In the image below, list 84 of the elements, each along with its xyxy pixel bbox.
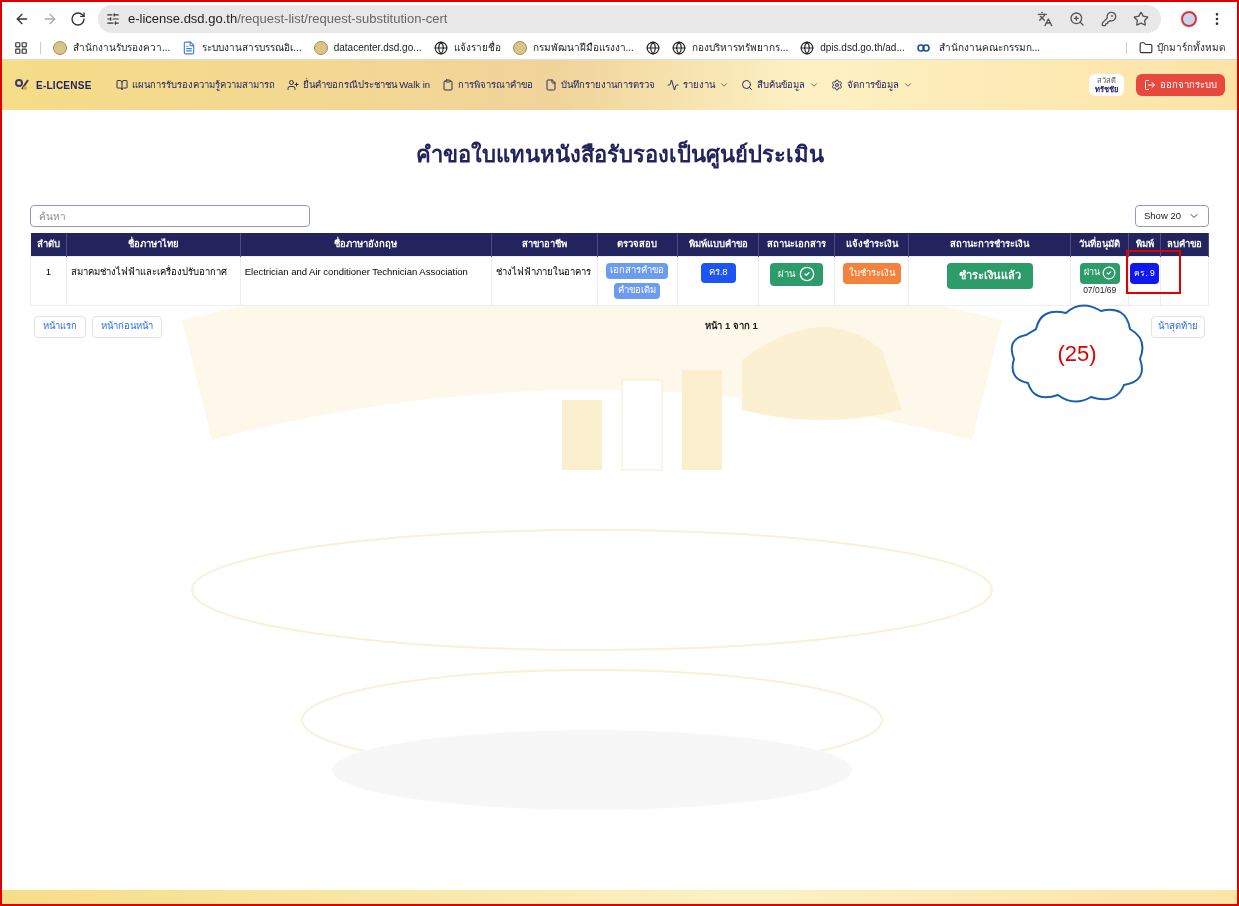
column-header: วันที่อนุมัติ: [1070, 233, 1129, 256]
bookmark-link[interactable]: datacenter.dsd.go...: [333, 40, 422, 55]
column-header: ตรวจสอบ: [597, 233, 678, 256]
document-icon: [545, 79, 558, 91]
settings-icon: [831, 79, 844, 91]
column-header: สถานะการชำระเงิน: [908, 233, 1071, 256]
column-header: ลำดับ: [30, 233, 67, 256]
globe-icon: [671, 40, 686, 55]
nav-link[interactable]: บันทึกรายงานการตรวจ: [545, 77, 656, 93]
logout-icon: [1144, 79, 1156, 91]
column-header: สถานะเอกสาร: [758, 233, 835, 256]
caret-icon: [719, 80, 730, 90]
caret-icon: [809, 80, 820, 90]
status-badge: ผ่าน: [770, 262, 824, 286]
caret-icon: [903, 80, 914, 90]
profile-icon[interactable]: [1181, 11, 1197, 27]
all-bookmarks-link[interactable]: บุ๊กมาร์กทั้งหมด: [1157, 40, 1225, 55]
check-icon: [799, 266, 816, 282]
column-header: พิมพ์แบบคำขอ: [677, 233, 759, 256]
bookmark-star-icon[interactable]: [1133, 11, 1149, 27]
last-page-button[interactable]: น้าสุดท้าย: [1151, 315, 1205, 338]
nav-link[interactable]: การพิจารณาคำขอ: [442, 77, 534, 93]
seal-icon: [512, 40, 527, 55]
page-size-select[interactable]: Show 20: [1135, 205, 1209, 227]
document-icon: [182, 40, 197, 55]
column-header: สาขาอาชีพ: [491, 233, 598, 256]
brand-name[interactable]: E-LICENSE: [36, 77, 92, 93]
bookmark-link[interactable]: dpis.dsd.go.th/ad...: [820, 40, 905, 55]
bookmark-link[interactable]: ระบบงานสารบรรณอิเ...: [202, 40, 302, 55]
callout-label: (25): [1056, 339, 1098, 368]
column-header: แจ้งชำระเงิน: [834, 233, 909, 256]
seal-icon: [53, 40, 67, 55]
reload-icon[interactable]: [70, 11, 86, 27]
check-icon: [1101, 266, 1116, 280]
seal-icon: [313, 40, 328, 55]
column-header: พิมพ์: [1128, 233, 1161, 256]
first-page-button[interactable]: หน้าแรก: [34, 315, 86, 338]
back-icon[interactable]: [14, 11, 30, 27]
table-cell: Electrician and Air conditioner Technician Association: [240, 256, 492, 305]
zoom-icon[interactable]: [1069, 11, 1085, 27]
apps-icon[interactable]: [14, 40, 28, 55]
clipboard-icon: [442, 79, 455, 91]
folder-icon[interactable]: [1139, 40, 1153, 55]
site-settings-icon[interactable]: [106, 12, 120, 26]
logo-icon: [14, 77, 30, 93]
activity-icon: [667, 79, 680, 91]
column-header: ชื่อภาษาอังกฤษ: [240, 233, 492, 256]
bookmark-link[interactable]: แจ้งรายชื่อ: [453, 40, 501, 55]
bookmark-link[interactable]: สำนักงานคณะกรรมก...: [938, 40, 1041, 55]
globe-icon: [433, 40, 448, 55]
page-title: คำขอใบแทนหนังสือรับรองเป็นศูนย์ประเมิน: [414, 139, 825, 171]
logo-icon: [916, 41, 933, 54]
table-cell: 1: [30, 256, 67, 305]
column-header: ลบคำขอ: [1160, 233, 1209, 256]
page-info: หน้า 1 จาก 1: [705, 319, 758, 334]
book-icon: [115, 79, 128, 91]
nav-menu-button[interactable]: รายงาน: [667, 77, 730, 93]
translate-icon[interactable]: [1037, 11, 1053, 27]
nav-link[interactable]: แผนการรับรองความรู้ความสามารถ: [115, 77, 275, 93]
logout-button[interactable]: ออกจากระบบ: [1136, 74, 1225, 96]
bookmark-link[interactable]: กรมพัฒนาฝีมือแรงงา...: [532, 40, 634, 55]
print-button[interactable]: คร. 9: [1130, 262, 1159, 284]
nav-menu-button[interactable]: สืบค้นข้อมูล: [741, 77, 820, 93]
payment-status-badge: ชำระเงินแล้ว: [946, 262, 1033, 289]
approval-badge: ผ่าน: [1079, 262, 1120, 284]
previous-page-button[interactable]: หน้าก่อนหน้า: [92, 315, 162, 338]
globe-icon: [645, 40, 660, 55]
globe-icon: [800, 40, 815, 55]
user-plus-icon: [286, 79, 299, 91]
address-bar[interactable]: e-license.dsd.go.th/request-list/request-substitution-cert: [98, 5, 1161, 33]
approval-date: 07/01/69: [1082, 283, 1118, 297]
key-icon[interactable]: [1101, 11, 1117, 27]
nav-link[interactable]: ยื่นคำขอกรณีประชาชน Walk in: [286, 77, 431, 93]
print-form-button[interactable]: คร.8: [700, 262, 736, 283]
column-header: ชื่อภาษาไทย: [66, 233, 241, 256]
url-text: e-license.dsd.go.th/request-list/request-substitution-cert: [128, 10, 448, 29]
bookmark-link[interactable]: สำนักงานรับรองควา...: [73, 40, 171, 55]
search-field[interactable]: ค้นหา: [30, 205, 310, 227]
nav-menu-button[interactable]: จัดการข้อมูล: [831, 77, 914, 93]
search-icon: [741, 79, 754, 91]
table-cell: สมาคมช่างไฟฟ้าและเครื่องปรับอากาศ: [66, 256, 241, 305]
table-cell: ช่างไฟฟ้าภายในอาคาร: [491, 256, 598, 305]
highlight-frame: [1126, 250, 1181, 294]
bookmark-link[interactable]: กองบริหารทรัพยากร...: [691, 40, 789, 55]
